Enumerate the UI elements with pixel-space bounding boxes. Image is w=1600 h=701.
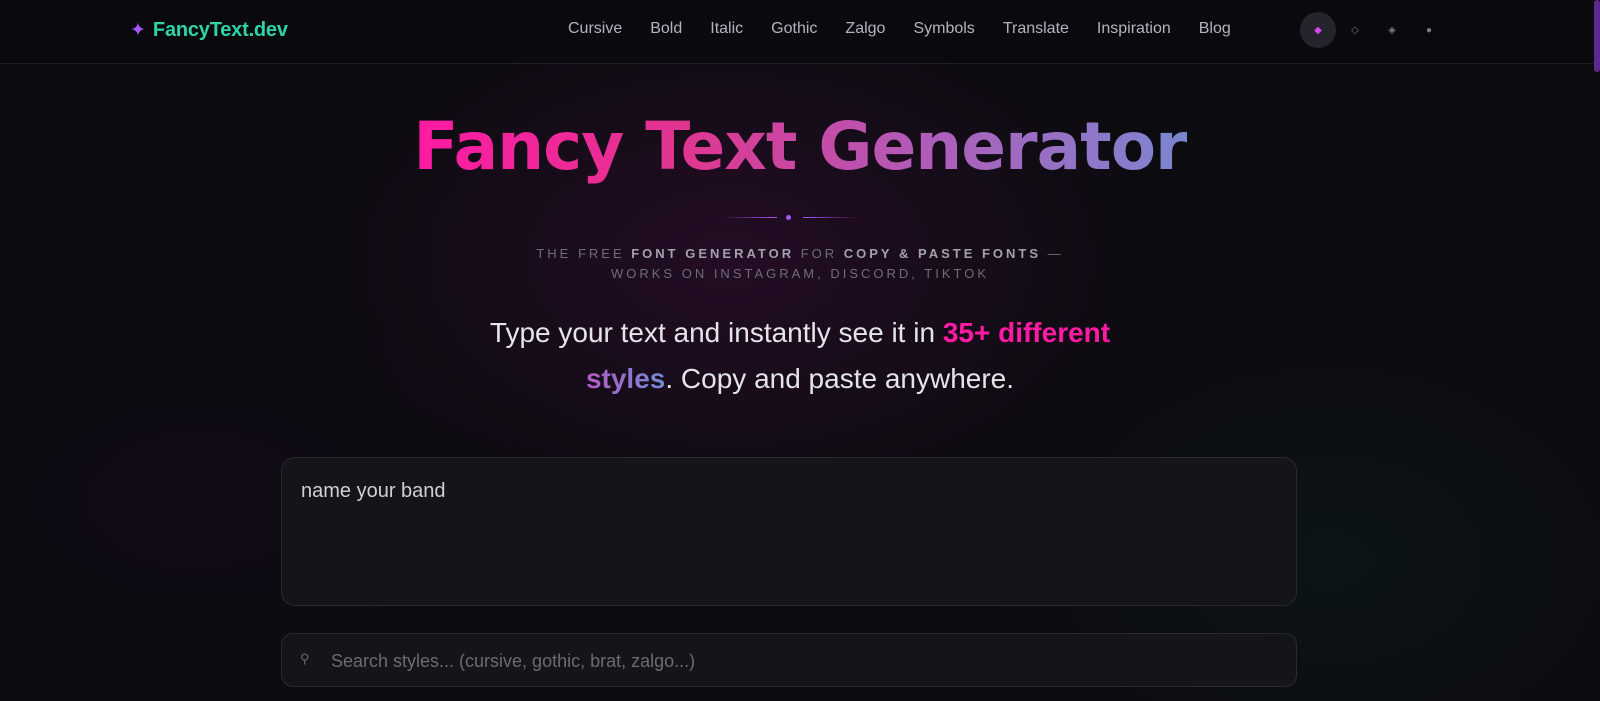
theme-option-dotted-diamond-icon[interactable]: ◈ — [1374, 12, 1410, 48]
tagline-line-2: WORKS ON INSTAGRAM, DISCORD, TIKTOK — [610, 266, 990, 281]
lead-paragraph: Type your text and instantly see it in 3… — [0, 310, 1600, 402]
theme-option-diamond-icon[interactable]: ◆ — [1300, 12, 1336, 48]
lead-highlight: 35+ different — [942, 317, 1111, 348]
nav-links: Cursive Bold Italic Gothic Zalgo Symbols… — [568, 20, 1231, 38]
nav-link-symbols[interactable]: Symbols — [913, 20, 974, 38]
tagline-text: THE FREE — [536, 246, 632, 261]
style-search: ⚲ — [281, 633, 1297, 688]
tagline-emphasis: COPY & PASTE FONTS — [843, 246, 1042, 261]
lead-highlight-styles: styles — [585, 363, 666, 394]
theme-option-circle-icon[interactable]: ● — [1411, 12, 1447, 48]
text-input[interactable]: name your band — [281, 457, 1297, 606]
lead-text: . Copy and paste anywhere. — [665, 363, 1015, 394]
nav-link-italic[interactable]: Italic — [710, 20, 743, 38]
theme-option-outline-diamond-icon[interactable]: ◇ — [1337, 12, 1373, 48]
divider-line-right — [803, 217, 858, 218]
search-input[interactable] — [329, 634, 1273, 688]
title-divider — [722, 215, 858, 221]
page-title-text: Fancy Text Generator — [413, 108, 1187, 185]
sparkle-icon: ✦ — [130, 19, 146, 41]
scrollbar-thumb[interactable] — [1594, 0, 1600, 72]
tagline-text: FOR — [794, 246, 844, 261]
divider-line-left — [722, 217, 777, 218]
tagline: THE FREE FONT GENERATOR FOR COPY & PASTE… — [0, 244, 1600, 284]
nav-link-blog[interactable]: Blog — [1199, 20, 1231, 38]
lead-text: Type your text and instantly see it in — [489, 317, 943, 348]
tagline-text: — — [1041, 246, 1064, 261]
brand-logo[interactable]: ✦ FancyText.dev — [130, 19, 288, 42]
theme-switcher: ◆ ◇ ◈ ● — [1300, 12, 1448, 48]
top-navbar: ✦ FancyText.dev Cursive Bold Italic Goth… — [0, 0, 1600, 64]
lead-line-2: styles. Copy and paste anywhere. — [0, 356, 1600, 402]
page-title: Fancy Text Generator — [0, 108, 1600, 185]
pin-icon: ⚲ — [300, 651, 310, 666]
lead-line-1: Type your text and instantly see it in 3… — [0, 310, 1600, 356]
nav-link-translate[interactable]: Translate — [1003, 20, 1069, 38]
nav-link-gothic[interactable]: Gothic — [771, 20, 817, 38]
nav-link-bold[interactable]: Bold — [650, 20, 682, 38]
nav-link-cursive[interactable]: Cursive — [568, 20, 622, 38]
nav-link-inspiration[interactable]: Inspiration — [1097, 20, 1171, 38]
divider-dot — [786, 215, 791, 220]
brand-name: FancyText.dev — [152, 19, 288, 41]
nav-link-zalgo[interactable]: Zalgo — [845, 20, 885, 38]
tagline-emphasis: FONT GENERATOR — [631, 246, 795, 261]
tagline-line-1: THE FREE FONT GENERATOR FOR COPY & PASTE… — [0, 244, 1600, 264]
